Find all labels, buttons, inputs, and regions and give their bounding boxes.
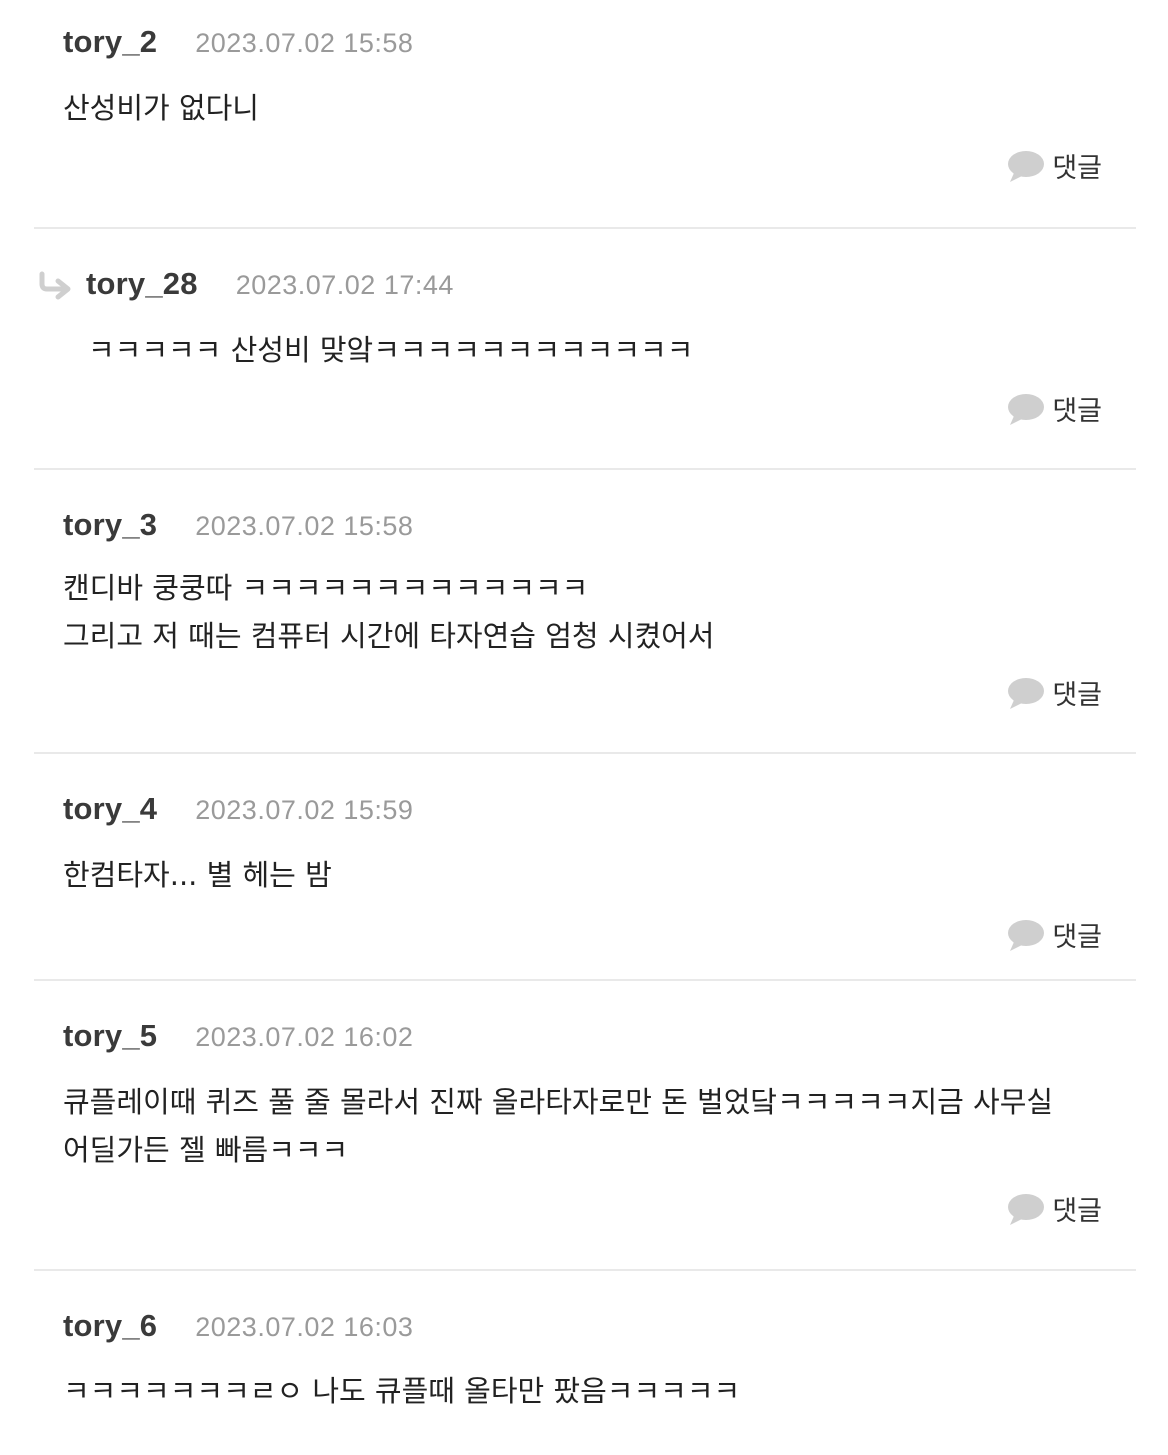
comment-line: 한컴타자... 별 헤는 밤	[63, 858, 332, 892]
comment-line: 캔디바 쿵쿵따 ㅋㅋㅋㅋㅋㅋㅋㅋㅋㅋㅋㅋㅋ	[63, 571, 589, 605]
divider	[34, 1269, 1136, 1271]
comment-line: 큐플레이때 퀴즈 풀 줄 몰라서 진짜 올라타자로만 돈 벌었닼ㅋㅋㅋㅋㅋ지금 …	[63, 1085, 1054, 1119]
reply-label: 댓글	[1052, 396, 1102, 427]
nickname[interactable]: tory_2	[63, 24, 157, 59]
speech-bubble-icon	[1008, 150, 1045, 182]
nickname[interactable]: tory_4	[63, 791, 157, 826]
reply-button[interactable]: 댓글	[1006, 673, 1102, 712]
comment-meta: tory_5 2023.07.02 16:02	[63, 1018, 413, 1054]
comment-meta: tory_2 2023.07.02 15:58	[63, 24, 413, 60]
speech-bubble-icon	[1008, 393, 1045, 425]
comment-text: 산성비가 없다니	[63, 84, 259, 132]
comment-line: 산성비가 없다니	[63, 91, 259, 125]
timestamp: 2023.07.02 16:03	[195, 1312, 414, 1342]
reply-label: 댓글	[1052, 1196, 1102, 1227]
timestamp: 2023.07.02 16:02	[195, 1022, 414, 1052]
reply-button[interactable]: 댓글	[1006, 1189, 1102, 1228]
speech-bubble-icon	[1008, 919, 1045, 951]
nickname[interactable]: tory_28	[86, 266, 198, 301]
reply-button[interactable]: 댓글	[1006, 146, 1102, 185]
divider	[34, 752, 1136, 754]
divider	[34, 979, 1136, 981]
comment-line: ㅋㅋㅋㅋㅋ 산성비 맞앜ㅋㅋㅋㅋㅋㅋㅋㅋㅋㅋㅋㅋ	[88, 333, 694, 367]
reply-label: 댓글	[1052, 680, 1102, 711]
comment-meta: tory_6 2023.07.02 16:03	[63, 1308, 413, 1344]
reply-label: 댓글	[1052, 153, 1102, 184]
timestamp: 2023.07.02 15:59	[195, 795, 414, 825]
divider	[34, 468, 1136, 470]
comment-text: 큐플레이때 퀴즈 풀 줄 몰라서 진짜 올라타자로만 돈 벌었닼ㅋㅋㅋㅋㅋ지금 …	[63, 1078, 1053, 1174]
comment-line: ㅋㅋㅋㅋㅋㅋㅋㄹㅇ 나도 큐플때 올타만 팠음ㅋㅋㅋㅋㅋ	[63, 1374, 741, 1408]
comment-meta: tory_4 2023.07.02 15:59	[63, 791, 413, 827]
comment-line: 그리고 저 때는 컴퓨터 시간에 타자연습 엄청 시켰어서	[63, 619, 715, 653]
comment-meta: tory_28 2023.07.02 17:44	[86, 266, 454, 302]
nickname[interactable]: tory_5	[63, 1018, 157, 1053]
comment-meta: tory_3 2023.07.02 15:58	[63, 507, 413, 543]
comment-text: 캔디바 쿵쿵따 ㅋㅋㅋㅋㅋㅋㅋㅋㅋㅋㅋㅋㅋ 그리고 저 때는 컴퓨터 시간에 타…	[63, 564, 715, 660]
nickname[interactable]: tory_6	[63, 1308, 157, 1343]
speech-bubble-icon	[1008, 677, 1045, 709]
comment-text: ㅋㅋㅋㅋㅋ 산성비 맞앜ㅋㅋㅋㅋㅋㅋㅋㅋㅋㅋㅋㅋ	[88, 326, 693, 374]
divider	[34, 227, 1136, 229]
speech-bubble-icon	[1008, 1193, 1045, 1225]
timestamp: 2023.07.02 17:44	[235, 270, 454, 300]
timestamp: 2023.07.02 15:58	[195, 511, 414, 541]
reply-label: 댓글	[1052, 922, 1102, 953]
comment-text: 한컴타자... 별 헤는 밤	[63, 851, 332, 899]
timestamp: 2023.07.02 15:58	[195, 28, 414, 58]
comment-text: ㅋㅋㅋㅋㅋㅋㅋㄹㅇ 나도 큐플때 올타만 팠음ㅋㅋㅋㅋㅋ	[63, 1367, 740, 1415]
reply-button[interactable]: 댓글	[1006, 915, 1102, 954]
comment-line: 어딜가든 젤 빠름ㅋㅋㅋ	[63, 1133, 349, 1167]
reply-arrow-icon	[39, 271, 71, 300]
nickname[interactable]: tory_3	[63, 507, 157, 542]
reply-button[interactable]: 댓글	[1006, 389, 1102, 428]
